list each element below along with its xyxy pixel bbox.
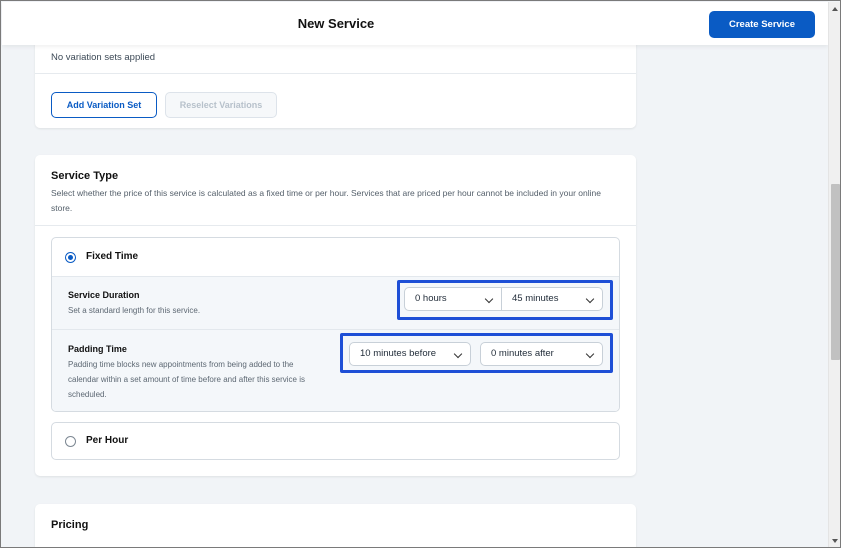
app-window: New Service Create Service No variation …	[0, 0, 841, 548]
padding-after-value: 0 minutes after	[491, 348, 554, 359]
chevron-down-icon	[585, 294, 595, 304]
chevron-down-icon	[484, 294, 494, 304]
reselect-variations-button[interactable]: Reselect Variations	[165, 92, 277, 118]
padding-description-line: Padding time blocks new appointments fro…	[68, 360, 294, 369]
service-duration-title: Service Duration	[68, 290, 140, 300]
create-service-button[interactable]: Create Service	[709, 11, 815, 38]
per-hour-option[interactable]: Per Hour	[51, 422, 620, 460]
pricing-card: Pricing	[35, 504, 636, 547]
scroll-down-icon[interactable]	[832, 539, 838, 543]
fixed-time-label: Fixed Time	[86, 251, 139, 262]
card-divider	[35, 225, 636, 226]
padding-description-line: calendar within a set amount of time bef…	[68, 375, 306, 384]
padding-description-line: scheduled.	[68, 390, 107, 399]
padding-time-row: Padding Time Padding time blocks new app…	[52, 329, 619, 411]
padding-before-value: 10 minutes before	[360, 348, 437, 359]
padding-after-select[interactable]: 0 minutes after	[480, 342, 603, 366]
variations-empty-text: No variation sets applied	[51, 52, 156, 63]
service-duration-row: Service Duration Set a standard length f…	[52, 276, 619, 329]
chevron-down-icon	[453, 349, 463, 359]
padding-before-select[interactable]: 10 minutes before	[349, 342, 471, 366]
service-type-card: Service Type Select whether the price of…	[35, 155, 636, 476]
scrollbar-thumb[interactable]	[831, 184, 840, 360]
duration-minutes-select[interactable]: 45 minutes	[502, 287, 603, 311]
duration-hours-value: 0 hours	[415, 293, 447, 304]
pricing-title: Pricing	[51, 519, 89, 531]
service-type-description-line: Select whether the price of this service…	[51, 188, 601, 198]
service-duration-description: Set a standard length for this service.	[68, 306, 201, 315]
add-variation-set-button[interactable]: Add Variation Set	[51, 92, 157, 118]
service-type-description-line: store.	[51, 203, 73, 213]
page-title: New Service	[297, 16, 375, 31]
variations-card: No variation sets applied Add Variation …	[35, 45, 636, 128]
per-hour-radio[interactable]	[65, 436, 76, 447]
fixed-time-radio[interactable]	[65, 252, 76, 263]
duration-hours-select[interactable]: 0 hours	[404, 287, 502, 311]
per-hour-label: Per Hour	[86, 435, 129, 446]
service-type-description: Select whether the price of this service…	[51, 186, 626, 216]
service-type-title: Service Type	[51, 170, 119, 182]
scroll-up-icon[interactable]	[832, 7, 838, 11]
padding-time-title: Padding Time	[68, 344, 127, 354]
vertical-scrollbar[interactable]	[828, 2, 840, 547]
scroll-content: No variation sets applied Add Variation …	[2, 45, 828, 547]
fixed-time-option[interactable]: Fixed Time Service Duration Set a standa…	[51, 237, 620, 412]
top-bar: New Service Create Service	[2, 2, 828, 45]
chevron-down-icon	[585, 349, 595, 359]
card-divider	[35, 73, 636, 74]
padding-time-description: Padding time blocks new appointments fro…	[68, 357, 338, 402]
duration-minutes-value: 45 minutes	[512, 293, 559, 304]
